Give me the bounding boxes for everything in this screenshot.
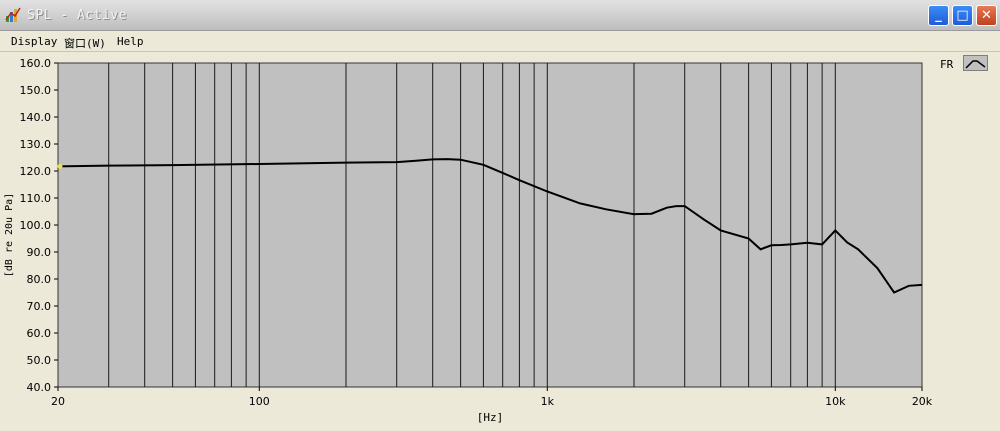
y-tick-label: 70.0 xyxy=(27,300,52,313)
menu-display[interactable]: Display xyxy=(11,35,57,48)
series-start-marker xyxy=(57,163,63,169)
app-icon xyxy=(5,7,21,22)
y-tick-label: 40.0 xyxy=(27,381,52,394)
y-tick-label: 160.0 xyxy=(20,57,52,70)
x-tick-label: 10k xyxy=(825,395,846,408)
title-bar[interactable]: SPL - Active _ □ ✕ xyxy=(0,0,1000,31)
y-axis-label: [dB re 20u Pa] xyxy=(4,193,15,277)
menu-help[interactable]: Help xyxy=(117,35,144,48)
close-icon: ✕ xyxy=(981,8,992,23)
y-tick-label: 140.0 xyxy=(20,111,52,124)
x-tick-label: 20k xyxy=(912,395,933,408)
y-tick-label: 100.0 xyxy=(20,219,52,232)
x-axis-label: [Hz] xyxy=(477,411,504,424)
minimize-icon: _ xyxy=(935,8,942,23)
close-button[interactable]: ✕ xyxy=(976,5,997,26)
maximize-icon: □ xyxy=(956,8,969,23)
maximize-button[interactable]: □ xyxy=(952,5,973,26)
plot-area xyxy=(57,62,923,388)
menu-bar: Display 窗口(W) Help xyxy=(0,31,1000,52)
menu-window[interactable]: 窗口(W) xyxy=(64,35,106,51)
y-tick-label: 130.0 xyxy=(20,138,52,151)
y-tick-label: 60.0 xyxy=(27,327,52,340)
minimize-button[interactable]: _ xyxy=(928,5,949,26)
x-tick-label: 20 xyxy=(51,395,65,408)
frequency-response-chart: 40.0 50.0 60.0 70.0 80.0 90.0 100.0 110.0 120.0 1… xyxy=(20,57,933,424)
y-tick-label: 150.0 xyxy=(20,84,52,97)
y-tick-label: 110.0 xyxy=(20,192,52,205)
x-tick-label: 100 xyxy=(249,395,270,408)
window-title: SPL - Active xyxy=(27,8,127,23)
y-tick-label: 90.0 xyxy=(27,246,52,259)
y-tick-label: 50.0 xyxy=(27,354,52,367)
x-tick-labels: 20 100 1k 10k 20k xyxy=(51,395,933,408)
y-tick-labels: 40.0 50.0 60.0 70.0 80.0 90.0 100.0 110.0 120.0 1… xyxy=(20,57,52,394)
y-tick-label: 120.0 xyxy=(20,165,52,178)
y-axis-label-wrap: [dB re 20u Pa] xyxy=(2,175,16,295)
y-tick-label: 80.0 xyxy=(27,273,52,286)
x-tick-label: 1k xyxy=(541,395,555,408)
